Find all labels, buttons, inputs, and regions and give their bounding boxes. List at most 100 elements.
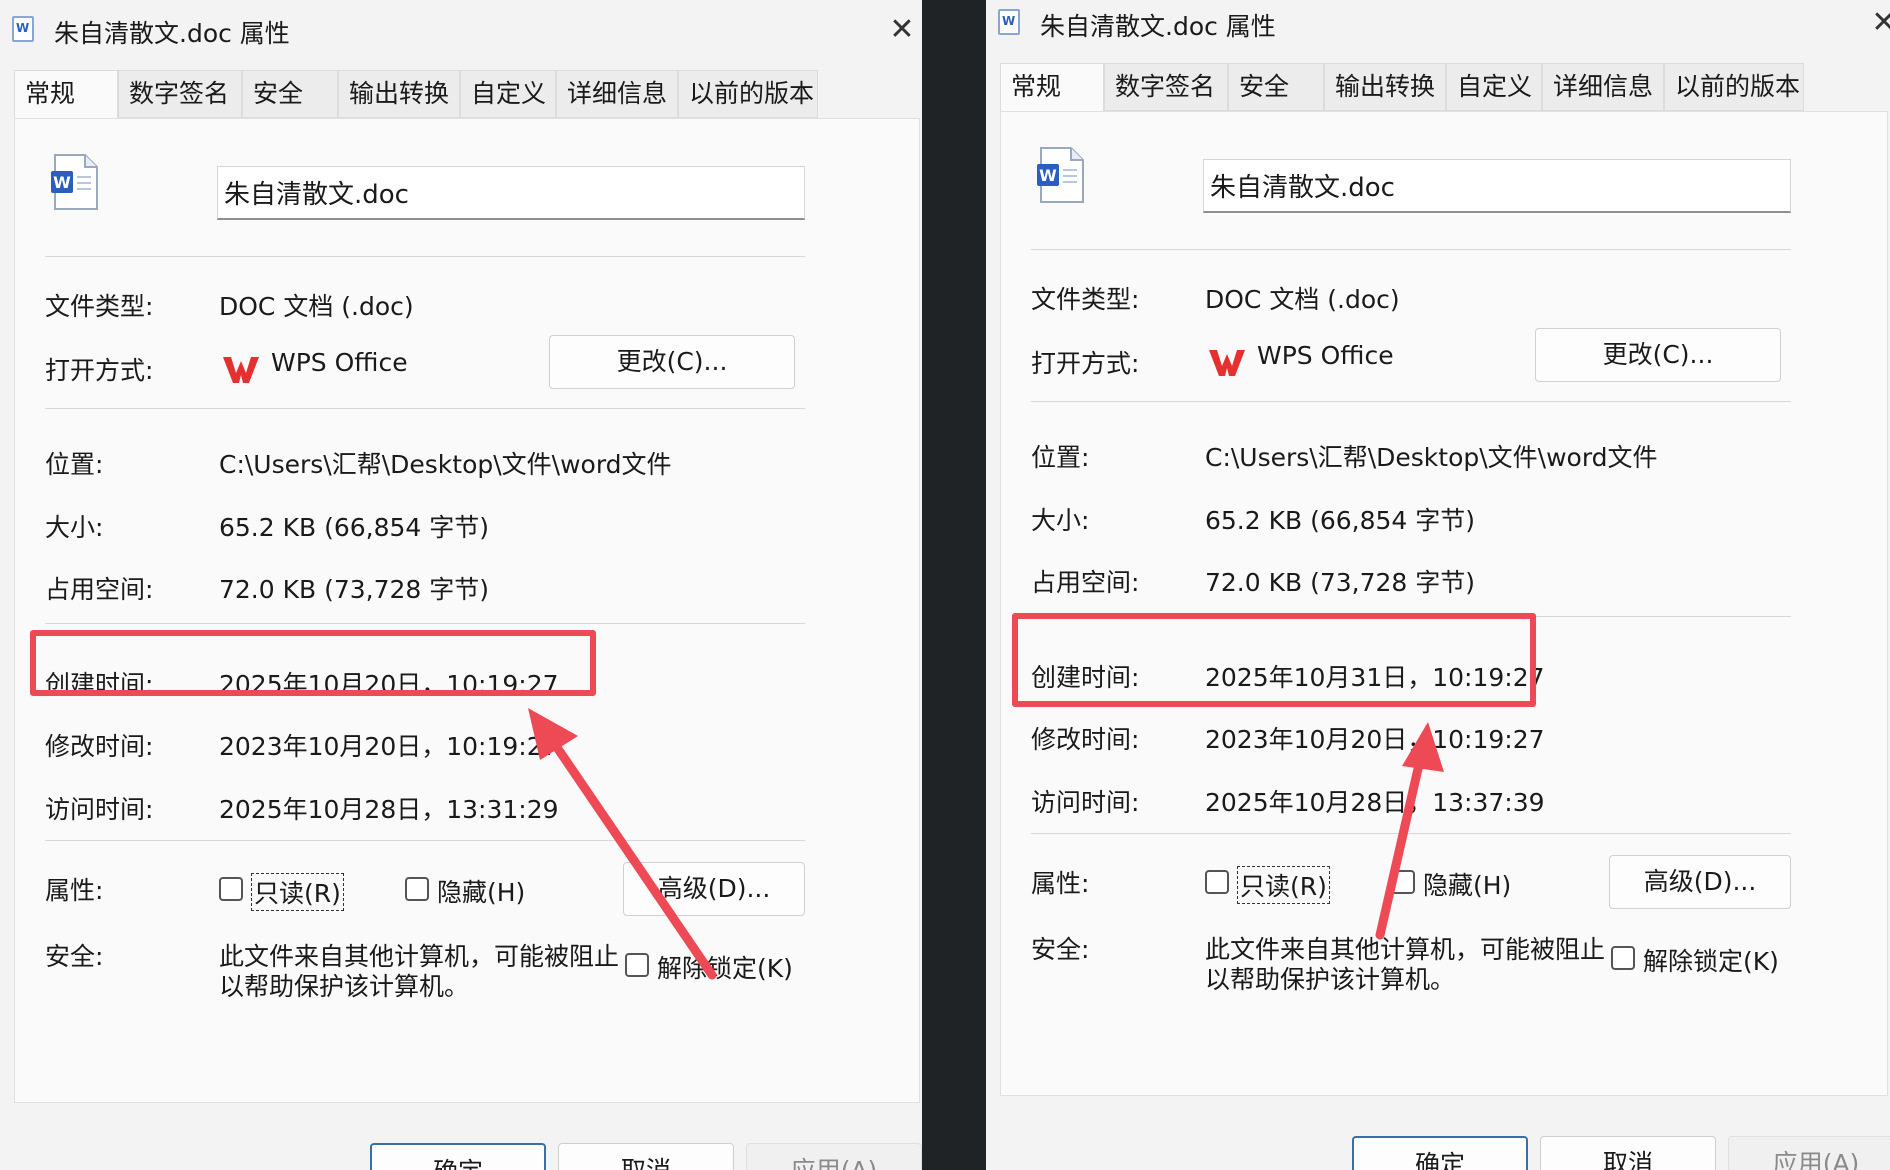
location-value: C:\Users\汇帮\Desktop\文件\word文件 — [1205, 443, 1658, 472]
wps-logo-icon — [1209, 350, 1245, 376]
tab-previous-versions[interactable]: 以前的版本 — [678, 70, 818, 118]
modified-value: 2023年10月20日，10:19:27 — [219, 732, 559, 761]
separator — [1031, 833, 1791, 834]
readonly-label[interactable]: 只读(R) — [1237, 866, 1330, 904]
word-document-icon: W — [51, 154, 98, 210]
size-label: 大小: — [1031, 506, 1090, 535]
hidden-label[interactable]: 隐藏(H) — [1423, 866, 1511, 902]
security-label: 安全: — [45, 942, 104, 971]
readonly-label[interactable]: 只读(R) — [251, 873, 344, 911]
file-type-label: 文件类型: — [1031, 285, 1140, 314]
tab-digital-signature[interactable]: 数字签名 — [1104, 63, 1228, 111]
word-letter: W — [16, 21, 30, 35]
dialog-title: 朱自清散文.doc 属性 — [54, 19, 290, 48]
open-with-value: WPS Office — [271, 348, 408, 377]
apply-button[interactable]: 应用(A) — [1728, 1136, 1890, 1170]
advanced-button[interactable]: 高级(D)... — [623, 862, 805, 916]
cancel-button[interactable]: 取消 — [1540, 1136, 1716, 1170]
properties-dialog-left: W 朱自清散文.doc 属性 ✕ 常规 数字签名 安全 输出转换 自定义 详细信… — [0, 0, 922, 1170]
tab-security[interactable]: 安全 — [242, 70, 338, 118]
wps-logo-icon — [223, 357, 259, 383]
attributes-label: 属性: — [45, 876, 104, 905]
title-bar: W 朱自清散文.doc 属性 ✕ — [0, 0, 922, 60]
tab-details[interactable]: 详细信息 — [1542, 63, 1664, 111]
separator — [45, 256, 805, 257]
apply-button[interactable]: 应用(A) — [746, 1143, 922, 1170]
separator — [1031, 249, 1791, 250]
tab-security[interactable]: 安全 — [1228, 63, 1324, 111]
general-panel: W 文件类型: DOC 文档 (.doc) 打开方式: WPS Office 更… — [14, 118, 920, 1103]
tab-custom[interactable]: 自定义 — [1446, 63, 1542, 111]
hidden-label[interactable]: 隐藏(H) — [437, 873, 525, 909]
highlight-box-created — [1012, 613, 1536, 707]
file-name-input[interactable] — [217, 166, 805, 220]
accessed-value: 2025年10月28日，13:37:39 — [1205, 788, 1545, 817]
unblock-label[interactable]: 解除锁定(K) — [1643, 942, 1779, 978]
word-document-icon: W — [12, 16, 34, 42]
highlight-box-created — [30, 630, 596, 696]
tab-custom[interactable]: 自定义 — [460, 70, 556, 118]
hidden-checkbox[interactable] — [1391, 870, 1415, 894]
properties-dialog-right: W 朱自清散文.doc 属性 ✕ 常规 数字签名 安全 输出转换 自定义 详细信… — [986, 0, 1890, 1170]
open-with-label: 打开方式: — [45, 356, 154, 385]
location-value: C:\Users\汇帮\Desktop\文件\word文件 — [219, 450, 672, 479]
file-type-value: DOC 文档 (.doc) — [219, 292, 414, 321]
disk-size-label: 占用空间: — [1031, 568, 1140, 597]
accessed-value: 2025年10月28日，13:31:29 — [219, 795, 559, 824]
separator — [45, 623, 805, 624]
hidden-checkbox[interactable] — [405, 877, 429, 901]
word-document-icon: W — [1037, 147, 1084, 203]
tab-output-conversion[interactable]: 输出转换 — [338, 70, 460, 118]
modified-label: 修改时间: — [1031, 725, 1140, 754]
cancel-button[interactable]: 取消 — [558, 1143, 734, 1170]
file-type-value: DOC 文档 (.doc) — [1205, 285, 1400, 314]
tab-digital-signature[interactable]: 数字签名 — [118, 70, 242, 118]
ok-button[interactable]: 确定 — [1352, 1136, 1528, 1170]
tab-output-conversion[interactable]: 输出转换 — [1324, 63, 1446, 111]
disk-size-value: 72.0 KB (73,728 字节) — [1205, 568, 1476, 597]
word-letter: W — [1002, 14, 1016, 28]
unblock-label[interactable]: 解除锁定(K) — [657, 949, 793, 985]
close-icon[interactable]: ✕ — [1862, 3, 1890, 43]
title-bar: W 朱自清散文.doc 属性 ✕ — [986, 0, 1890, 53]
readonly-checkbox[interactable] — [1205, 870, 1229, 894]
word-document-icon: W — [998, 9, 1020, 35]
location-label: 位置: — [1031, 443, 1090, 472]
size-label: 大小: — [45, 513, 104, 542]
screen-divider — [922, 0, 986, 1170]
advanced-button[interactable]: 高级(D)... — [1609, 855, 1791, 909]
disk-size-value: 72.0 KB (73,728 字节) — [219, 575, 490, 604]
change-button[interactable]: 更改(C)... — [1535, 328, 1781, 382]
svg-text:W: W — [53, 173, 71, 192]
separator — [1031, 401, 1791, 402]
change-button[interactable]: 更改(C)... — [549, 335, 795, 389]
file-name-input[interactable] — [1203, 159, 1791, 213]
svg-text:W: W — [1039, 166, 1057, 185]
general-panel: W 文件类型: DOC 文档 (.doc) 打开方式: WPS Office 更… — [1000, 111, 1888, 1096]
size-value: 65.2 KB (66,854 字节) — [219, 513, 490, 542]
tab-previous-versions[interactable]: 以前的版本 — [1664, 63, 1804, 111]
dialog-title: 朱自清散文.doc 属性 — [1040, 12, 1276, 41]
tab-details[interactable]: 详细信息 — [556, 70, 678, 118]
location-label: 位置: — [45, 450, 104, 479]
open-with-value: WPS Office — [1257, 341, 1394, 370]
unblock-checkbox[interactable] — [1611, 946, 1635, 970]
separator — [45, 840, 805, 841]
modified-value: 2023年10月20日，10:19:27 — [1205, 725, 1545, 754]
security-text-line2: 以帮助保护该计算机。 — [1205, 965, 1456, 994]
size-value: 65.2 KB (66,854 字节) — [1205, 506, 1476, 535]
unblock-checkbox[interactable] — [625, 953, 649, 977]
close-icon[interactable]: ✕ — [880, 10, 922, 50]
accessed-label: 访问时间: — [45, 795, 154, 824]
readonly-checkbox[interactable] — [219, 877, 243, 901]
file-type-label: 文件类型: — [45, 292, 154, 321]
tab-general[interactable]: 常规 — [14, 70, 118, 122]
modified-label: 修改时间: — [45, 732, 154, 761]
attributes-label: 属性: — [1031, 869, 1090, 898]
accessed-label: 访问时间: — [1031, 788, 1140, 817]
tab-general[interactable]: 常规 — [1000, 63, 1104, 115]
security-label: 安全: — [1031, 935, 1090, 964]
open-with-label: 打开方式: — [1031, 349, 1140, 378]
security-text-line2: 以帮助保护该计算机。 — [219, 972, 470, 1001]
ok-button[interactable]: 确定 — [370, 1143, 546, 1170]
